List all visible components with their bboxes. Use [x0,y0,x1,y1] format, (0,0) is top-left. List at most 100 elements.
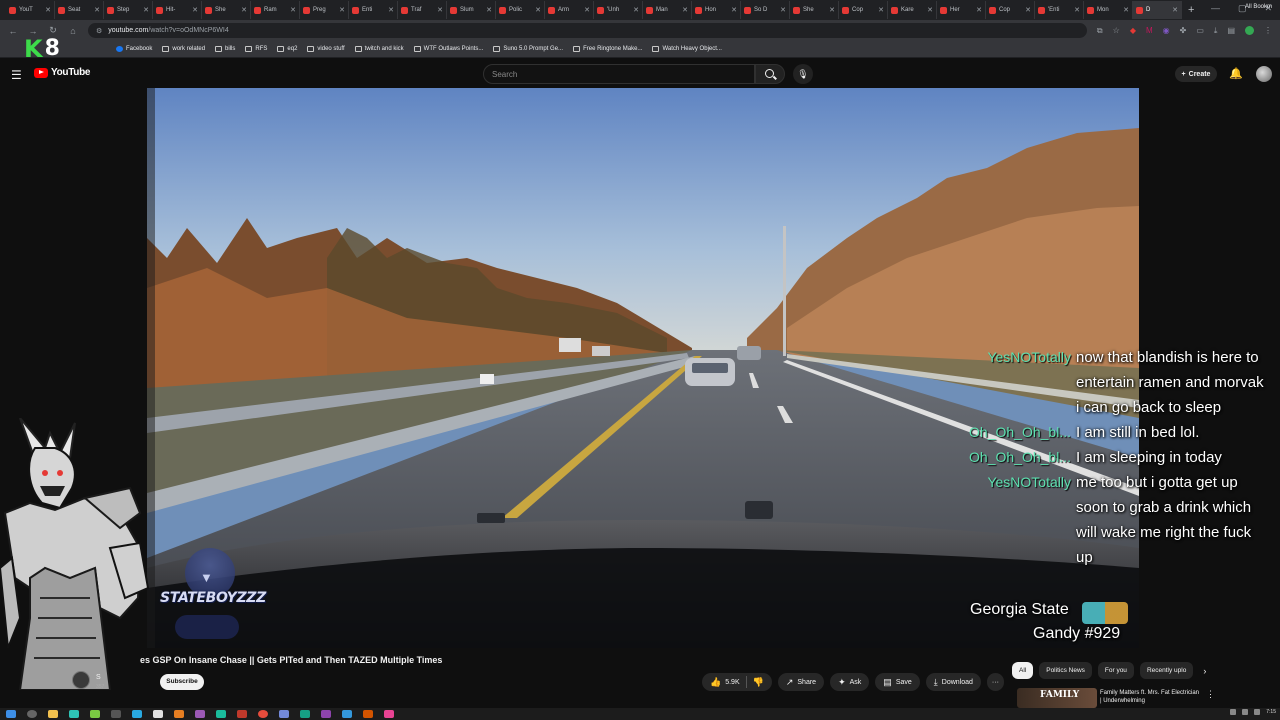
sidepanel-icon[interactable]: ▭ [1196,26,1204,35]
browser-tab[interactable]: Preg ✕ [300,1,349,19]
new-tab-button[interactable]: + [1188,4,1194,16]
tab-close-icon[interactable]: ✕ [584,6,590,14]
channel-name[interactable]: S [96,674,101,681]
bookmark-item[interactable]: twitch and kick [354,46,404,52]
browser-tab[interactable]: She ✕ [202,1,251,19]
browser-tab[interactable]: Man ✕ [643,1,692,19]
hamburger-menu-icon[interactable]: ☰ [11,68,22,82]
tab-close-icon[interactable]: ✕ [535,6,541,14]
browser-tab[interactable]: D ✕ [1133,1,1182,19]
browser-tab[interactable]: Kare ✕ [888,1,937,19]
app-icon[interactable] [342,710,352,718]
dislike-icon[interactable]: 👎 [753,677,764,688]
tab-close-icon[interactable]: ✕ [94,6,100,14]
browser-tab[interactable]: 'Enti ✕ [1035,1,1084,19]
tab-close-icon[interactable]: ✕ [976,6,982,14]
clock[interactable]: 7:15 [1266,709,1276,715]
browser-tab[interactable]: She ✕ [790,1,839,19]
bookmark-item[interactable]: bills [215,46,235,52]
channel-avatar[interactable] [72,671,90,689]
tab-close-icon[interactable]: ✕ [143,6,149,14]
browser-tab[interactable]: Mon ✕ [1084,1,1133,19]
bookmark-item[interactable]: work related [162,46,205,52]
browser-tab[interactable]: Polic ✕ [496,1,545,19]
browser-tab[interactable]: Hon ✕ [692,1,741,19]
tab-close-icon[interactable]: ✕ [682,6,688,14]
youtube-logo[interactable]: YouTube [34,67,91,78]
tab-close-icon[interactable]: ✕ [927,6,933,14]
app-icon[interactable] [132,710,142,718]
tab-close-icon[interactable]: ✕ [388,6,394,14]
search-taskbar-icon[interactable] [27,710,37,718]
tab-close-icon[interactable]: ✕ [633,6,639,14]
tab-close-icon[interactable]: ✕ [486,6,492,14]
reload-icon[interactable]: ↻ [48,25,58,36]
app-icon[interactable] [363,710,373,718]
browser-tab[interactable]: Cop ✕ [986,1,1035,19]
tab-close-icon[interactable]: ✕ [1025,6,1031,14]
bookmark-item[interactable]: Watch Heavy Object... [652,46,722,52]
extension-icon[interactable]: ◉ [1163,26,1170,35]
extension-icon[interactable]: ◆ [1130,26,1136,35]
download-button[interactable]: ⤓ Download [925,673,981,691]
browser-tab[interactable]: Slum ✕ [447,1,496,19]
back-icon[interactable]: ← [8,26,18,36]
ask-button[interactable]: ✦ Ask [830,673,870,691]
recommended-video-title[interactable]: Family Matters ft. Mrs. Fat Electrician … [1100,689,1200,705]
like-count[interactable]: 5.9K [725,679,739,686]
tab-close-icon[interactable]: ✕ [192,6,198,14]
browser-tab[interactable]: Arm ✕ [545,1,594,19]
browser-tab[interactable]: YouT ✕ [6,1,55,19]
all-bookmarks-button[interactable]: All Bookm [1245,4,1272,10]
bookmark-item[interactable]: Free Ringtone Make... [573,46,642,52]
install-icon[interactable]: ⧉ [1097,26,1103,36]
tab-close-icon[interactable]: ✕ [437,6,443,14]
forward-icon[interactable]: → [28,26,38,36]
tray-icon[interactable] [1230,709,1237,715]
app-icon[interactable] [321,710,331,718]
chrome-icon[interactable] [258,710,268,718]
bookmark-item[interactable]: Suno 5.0 Prompt Ge... [493,46,563,52]
tab-close-icon[interactable]: ✕ [731,6,737,14]
browser-tab[interactable]: Step ✕ [104,1,153,19]
app-icon[interactable] [90,710,100,718]
filter-chip[interactable]: Politics News [1039,662,1092,679]
bookmark-item[interactable]: Facebook [116,46,152,52]
network-icon[interactable] [1242,709,1249,715]
chat-icon[interactable]: ▤ [1227,26,1235,35]
browser-tab[interactable]: Enti ✕ [349,1,398,19]
share-button[interactable]: ↗ Share [777,673,825,691]
app-icon[interactable] [300,710,310,718]
bookmark-item[interactable]: eq2 [277,46,297,52]
tab-close-icon[interactable]: ✕ [339,6,345,14]
like-icon[interactable]: 👍 [710,677,721,688]
save-button[interactable]: ▤ Save [875,673,920,691]
site-info-icon[interactable]: ⚙ [96,27,102,35]
more-options-icon[interactable]: ⋮ [1206,689,1215,700]
tab-close-icon[interactable]: ✕ [780,6,786,14]
bookmark-item[interactable]: video stuff [307,46,345,52]
app-icon[interactable] [153,710,163,718]
filter-chip[interactable]: For you [1097,662,1134,679]
file-explorer-icon[interactable] [48,710,58,718]
home-icon[interactable]: ⌂ [68,26,78,36]
browser-tab[interactable]: So D ✕ [741,1,790,19]
tab-close-icon[interactable]: ✕ [1074,6,1080,14]
browser-tab[interactable]: Traf ✕ [398,1,447,19]
app-icon[interactable] [195,710,205,718]
tab-close-icon[interactable]: ✕ [1123,6,1129,14]
app-icon[interactable] [384,710,394,718]
tab-close-icon[interactable]: ✕ [1172,6,1178,14]
bookmark-item[interactable]: RFS [245,46,267,52]
minimize-icon[interactable]: — [1211,3,1220,14]
profile-icon[interactable] [1245,26,1254,35]
app-icon[interactable] [216,710,226,718]
browser-tab[interactable]: Hit- ✕ [153,1,202,19]
filter-chip[interactable]: All [1012,662,1034,679]
bookmark-item[interactable]: WTF Outlaws Points... [413,46,483,52]
tab-close-icon[interactable]: ✕ [878,6,884,14]
address-bar[interactable]: ⚙ youtube.com/watch?v=oOdMNcP6WI4 [88,23,1087,38]
download-icon[interactable]: ⤓ [1214,26,1218,36]
notifications-bell-icon[interactable]: 🔔 [1229,67,1243,80]
bookmark-star-icon[interactable]: ☆ [1113,26,1120,35]
